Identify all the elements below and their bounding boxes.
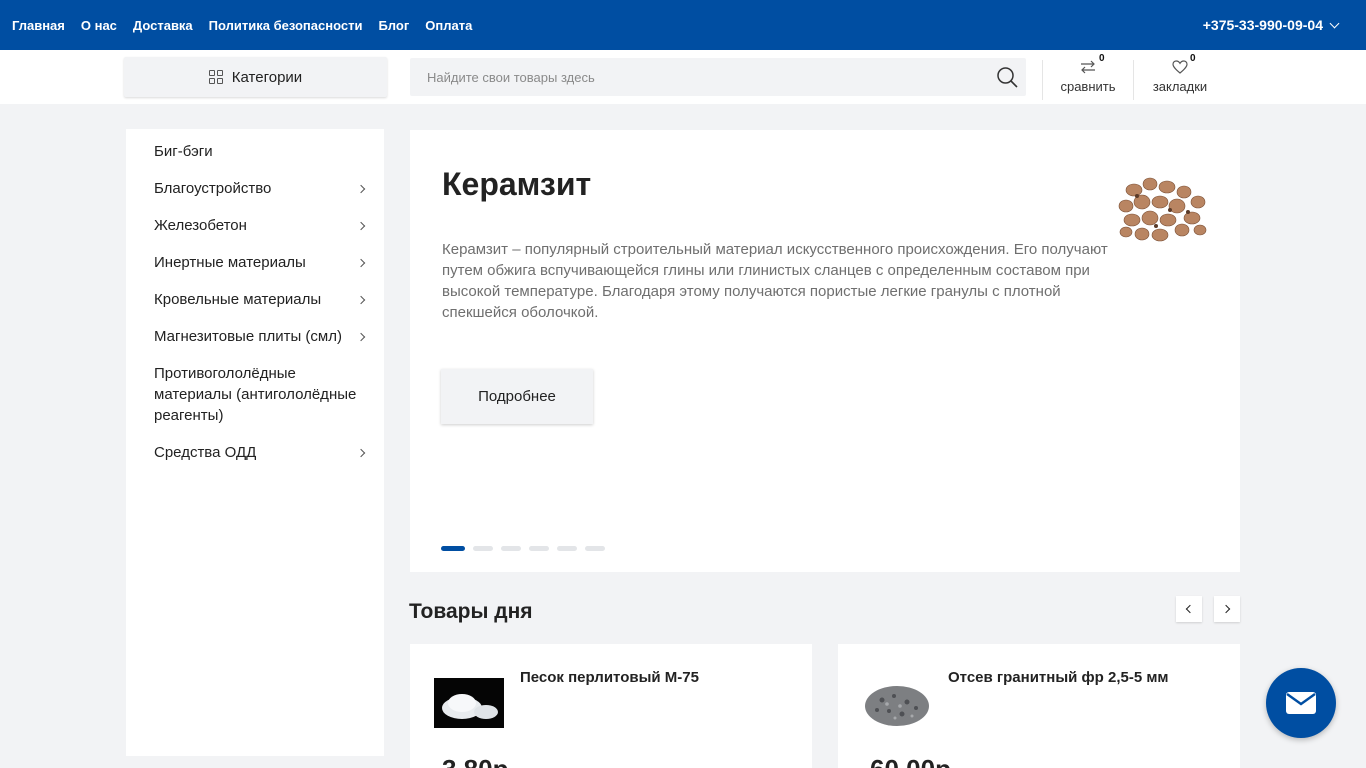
bookmarks-link[interactable]: 0 закладки <box>1150 53 1210 94</box>
slide-dot-2[interactable] <box>473 546 493 551</box>
product-card[interactable]: Песок перлитовый М-75 3.80р <box>410 644 812 768</box>
sidebar-item-label: Кровельные материалы <box>154 291 322 308</box>
nav-link-about[interactable]: О нас <box>81 18 117 33</box>
nav-link-home[interactable]: Главная <box>12 18 65 33</box>
product-name[interactable]: Песок перлитовый М-75 <box>520 669 699 686</box>
chevron-down-icon <box>1329 18 1340 28</box>
sidebar-item-inert-materials[interactable]: Инертные материалы <box>126 244 384 281</box>
granite-screening-image <box>862 678 932 728</box>
header: Категории 0 сравнить 0 закладки <box>0 50 1366 104</box>
sidebar-item-label: Магнезитовые плиты (смл) <box>154 328 342 345</box>
sidebar-item-magnesite-boards[interactable]: Магнезитовые плиты (смл) <box>126 318 384 355</box>
contact-mail-button[interactable] <box>1266 668 1336 738</box>
search-input[interactable] <box>410 58 970 96</box>
chevron-right-icon <box>1221 604 1231 614</box>
compare-arrows-icon <box>1081 60 1095 74</box>
product-name[interactable]: Отсев гранитный фр 2,5-5 мм <box>948 669 1169 686</box>
nav-link-delivery[interactable]: Доставка <box>133 18 193 33</box>
nav-link-blog[interactable]: Блог <box>378 18 409 33</box>
search-icon[interactable] <box>996 66 1018 88</box>
sidebar-item-label: Противогололёдные материалы (антигололёд… <box>154 365 357 424</box>
slide-dot-1[interactable] <box>441 546 465 551</box>
slide-dot-5[interactable] <box>557 546 577 551</box>
sidebar-item-anti-ice[interactable]: Противогололёдные материалы (антигололёд… <box>126 355 384 434</box>
category-sidebar: Биг-бэги Благоустройство Железобетон Ине… <box>126 129 384 756</box>
sidebar-item-label: Биг-бэги <box>154 143 213 160</box>
categories-label: Категории <box>231 68 303 86</box>
sidebar-item-label: Инертные материалы <box>154 254 306 271</box>
sidebar-item-reinforced-concrete[interactable]: Железобетон <box>126 207 384 244</box>
chevron-right-icon <box>356 295 366 304</box>
slide-dot-3[interactable] <box>501 546 521 551</box>
chevron-right-icon <box>356 332 366 341</box>
sidebar-item-label: Средства ОДД <box>154 444 257 461</box>
phone-dropdown[interactable]: +375-33-990-09-04 <box>1202 0 1340 50</box>
sidebar-item-traffic-control[interactable]: Средства ОДД <box>126 434 384 471</box>
products-of-day-title: Товары дня <box>409 600 533 623</box>
bookmarks-label: закладки <box>1152 79 1208 94</box>
sidebar-item-label: Благоустройство <box>154 180 272 197</box>
chevron-right-icon <box>356 258 366 267</box>
sidebar-item-landscaping[interactable]: Благоустройство <box>126 170 384 207</box>
divider <box>1133 60 1134 100</box>
divider <box>1042 60 1043 100</box>
slide-title: Керамзит <box>442 166 592 202</box>
main-menu: Главная О нас Доставка Политика безопасн… <box>12 0 472 50</box>
product-card[interactable]: Отсев гранитный фр 2,5-5 мм 60.00р <box>838 644 1240 768</box>
slide-dot-6[interactable] <box>585 546 605 551</box>
chevron-left-icon <box>1185 604 1195 614</box>
mail-icon <box>1286 692 1316 714</box>
carousel-prev-button[interactable] <box>1176 596 1202 622</box>
chevron-right-icon <box>356 184 366 193</box>
categories-button[interactable]: Категории <box>124 57 387 97</box>
compare-link[interactable]: 0 сравнить <box>1059 53 1117 94</box>
more-button[interactable]: Подробнее <box>441 369 593 424</box>
chevron-right-icon <box>356 221 366 230</box>
product-price: 3.80р <box>442 754 509 768</box>
compare-count-badge: 0 <box>1099 53 1105 64</box>
search-bar <box>410 58 1026 96</box>
perlite-sand-image <box>434 678 504 728</box>
nav-link-payment[interactable]: Оплата <box>425 18 472 33</box>
top-navigation-bar: Главная О нас Доставка Политика безопасн… <box>0 0 1366 50</box>
grid-icon <box>208 69 224 85</box>
carousel-next-button[interactable] <box>1214 596 1240 622</box>
heart-icon <box>1172 60 1188 74</box>
expanded-clay-image <box>1118 177 1207 242</box>
sidebar-item-label: Железобетон <box>154 217 247 234</box>
sidebar-item-big-bags[interactable]: Биг-бэги <box>126 133 384 170</box>
product-price: 60.00р <box>870 754 951 768</box>
hero-slider: Керамзит Керамзит – популярный строитель… <box>410 130 1240 572</box>
chevron-right-icon <box>356 448 366 457</box>
nav-link-privacy[interactable]: Политика безопасности <box>209 18 363 33</box>
compare-label: сравнить <box>1060 79 1116 94</box>
slider-pagination <box>441 546 605 551</box>
sidebar-item-roofing[interactable]: Кровельные материалы <box>126 281 384 318</box>
slide-description: Керамзит – популярный строительный матер… <box>442 241 1108 321</box>
phone-number: +375-33-990-09-04 <box>1202 17 1323 33</box>
bookmarks-count-badge: 0 <box>1190 53 1196 64</box>
slide-dot-4[interactable] <box>529 546 549 551</box>
